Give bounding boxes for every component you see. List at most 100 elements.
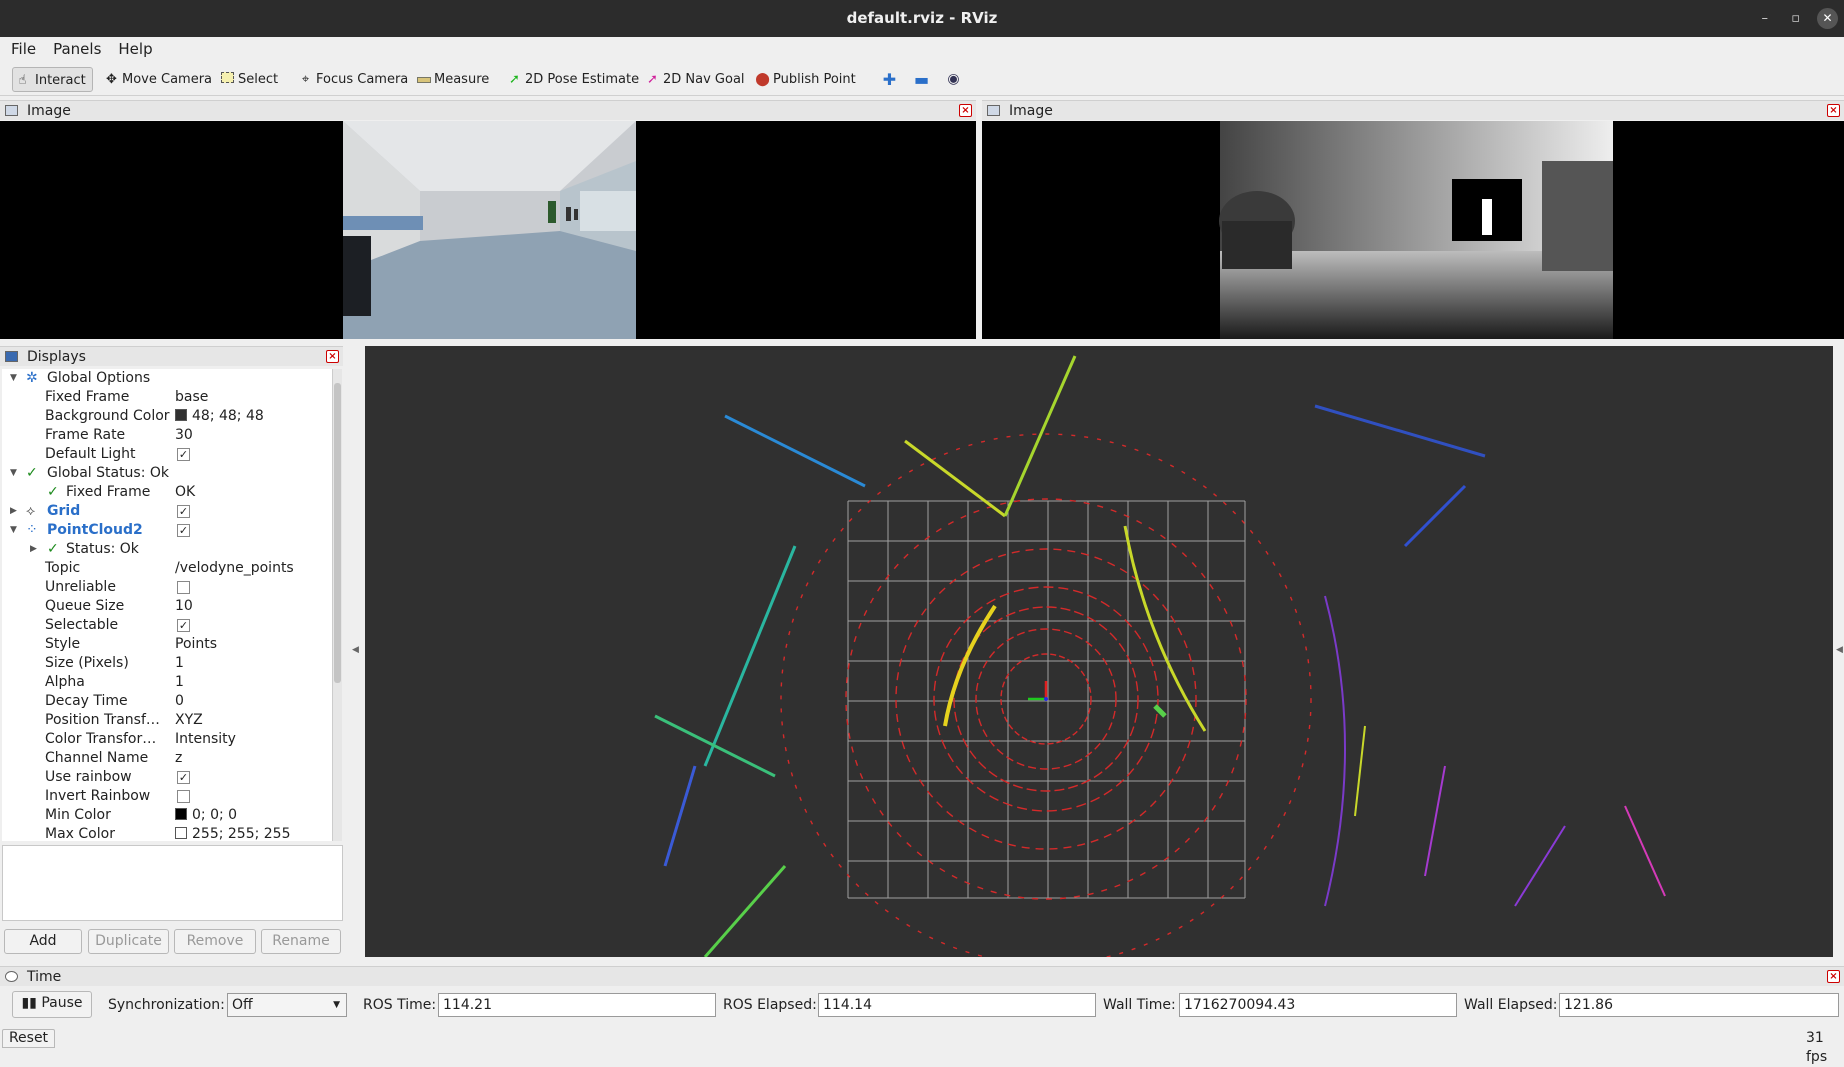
close-panel-icon[interactable]: ×	[959, 104, 972, 117]
tree-row-topic[interactable]: Topic /velodyne_points	[2, 559, 332, 578]
expand-right-icon[interactable]: ▶	[30, 540, 37, 559]
depth-image-view	[982, 121, 1844, 339]
ros-elapsed-field[interactable]: 114.14	[818, 993, 1096, 1017]
sync-select[interactable]: Off ▼	[227, 993, 347, 1017]
interact-tool[interactable]: ☝ Interact	[12, 67, 93, 92]
tree-row-fixed-frame-status[interactable]: ✓ Fixed Frame OK	[2, 483, 332, 502]
unreliable-checkbox[interactable]	[177, 581, 190, 594]
tree-row-global-status[interactable]: ▼ ✓ Global Status: Ok	[2, 464, 332, 483]
add-display-button[interactable]: Add	[4, 929, 82, 954]
tree-row-alpha[interactable]: Alpha 1	[2, 673, 332, 692]
tree-row-size-pixels[interactable]: Size (Pixels) 1	[2, 654, 332, 673]
restore-icon[interactable]: ▫	[1791, 10, 1800, 27]
minimize-icon[interactable]: –	[1762, 10, 1769, 27]
measure-tool[interactable]: Measure	[414, 67, 489, 92]
time-panel-header: Time ×	[0, 966, 1844, 986]
tree-value[interactable]: 48; 48; 48	[175, 407, 264, 426]
reset-button[interactable]: Reset	[2, 1029, 55, 1048]
wall-elapsed-field[interactable]: 121.86	[1559, 993, 1839, 1017]
image-panel-header-1: Image ×	[0, 100, 976, 120]
tree-value[interactable]: Points	[175, 635, 217, 654]
tool-visibility-button[interactable]: ◉	[944, 67, 960, 92]
tree-row-default-light[interactable]: Default Light ✓	[2, 445, 332, 464]
grid-checkbox[interactable]: ✓	[177, 505, 190, 518]
use-rainbow-checkbox[interactable]: ✓	[177, 771, 190, 784]
close-panel-icon[interactable]: ×	[1827, 104, 1840, 117]
tree-row-grid[interactable]: ▶ ⟡ Grid ✓	[2, 502, 332, 521]
toolbar: ☝ Interact ✥ Move Camera Select ⌖ Focus Cam…	[0, 63, 1844, 96]
tree-label: Global Options	[47, 370, 151, 386]
menu-panels[interactable]: Panels	[42, 37, 107, 61]
tree-value[interactable]: 0; 0; 0	[175, 806, 237, 825]
rename-display-button[interactable]: Rename	[261, 929, 341, 954]
add-tool-button[interactable]: ✚	[880, 67, 896, 92]
tree-row-frame-rate[interactable]: Frame Rate 30	[2, 426, 332, 445]
expand-down-icon[interactable]: ▼	[10, 369, 17, 388]
pause-button[interactable]: ▮▮ Pause	[12, 991, 92, 1018]
tree-row-decay-time[interactable]: Decay Time 0	[2, 692, 332, 711]
tree-value[interactable]: base	[175, 388, 208, 407]
ros-time-field[interactable]: 114.21	[438, 993, 716, 1017]
tree-row-background-color[interactable]: Background Color 48; 48; 48	[2, 407, 332, 426]
close-panel-icon[interactable]: ×	[1827, 970, 1840, 983]
tree-row-position-transformer[interactable]: Position Transf… XYZ	[2, 711, 332, 730]
expand-down-icon[interactable]: ▼	[10, 464, 17, 483]
pose-estimate-tool[interactable]: ➚ 2D Pose Estimate	[505, 67, 639, 92]
move-camera-tool[interactable]: ✥ Move Camera	[102, 67, 212, 92]
tree-row-unreliable[interactable]: Unreliable	[2, 578, 332, 597]
tree-row-max-color[interactable]: Max Color 255; 255; 255	[2, 825, 332, 841]
tree-value[interactable]: 30	[175, 426, 193, 445]
tree-row-min-color[interactable]: Min Color 0; 0; 0	[2, 806, 332, 825]
wall-time-field[interactable]: 1716270094.43	[1179, 993, 1457, 1017]
remove-display-button[interactable]: Remove	[174, 929, 256, 954]
select-tool[interactable]: Select	[218, 67, 278, 92]
tree-row-style[interactable]: Style Points	[2, 635, 332, 654]
tree-row-fixed-frame[interactable]: Fixed Frame base	[2, 388, 332, 407]
tree-row-selectable[interactable]: Selectable ✓	[2, 616, 332, 635]
tree-label: Use rainbow	[45, 769, 132, 785]
tree-value[interactable]: 1	[175, 654, 184, 673]
nav-goal-tool[interactable]: ➚ 2D Nav Goal	[643, 67, 745, 92]
pointcloud2-checkbox[interactable]: ✓	[177, 524, 190, 537]
expand-right-icon[interactable]: ▶	[10, 502, 17, 521]
tree-row-channel-name[interactable]: Channel Name z	[2, 749, 332, 768]
tree-value[interactable]: /velodyne_points	[175, 559, 294, 578]
tree-value[interactable]: XYZ	[175, 711, 203, 730]
tree-value[interactable]: 1	[175, 673, 184, 692]
tree-row-queue-size[interactable]: Queue Size 10	[2, 597, 332, 616]
default-light-checkbox[interactable]: ✓	[177, 448, 190, 461]
menu-help[interactable]: Help	[107, 37, 158, 61]
menu-file[interactable]: File	[0, 37, 42, 61]
invert-rainbow-checkbox[interactable]	[177, 790, 190, 803]
tree-label: Position Transf…	[45, 712, 160, 728]
render-3d-view[interactable]	[365, 346, 1833, 957]
tree-row-color-transformer[interactable]: Color Transfor… Intensity	[2, 730, 332, 749]
tree-row-pointcloud2[interactable]: ▼ ⁘ PointCloud2 ✓	[2, 521, 332, 540]
selectable-checkbox[interactable]: ✓	[177, 619, 190, 632]
close-window-icon[interactable]: ✕	[1817, 8, 1838, 29]
displays-scrollbar[interactable]	[332, 369, 342, 841]
tree-value[interactable]: 0	[175, 692, 184, 711]
duplicate-display-button[interactable]: Duplicate	[88, 929, 169, 954]
collapse-left-icon[interactable]: ◀	[352, 645, 359, 655]
close-panel-icon[interactable]: ×	[326, 350, 339, 363]
collapse-right-icon[interactable]: ◀	[1836, 645, 1843, 655]
window-title: default.rviz - RViz	[846, 9, 998, 27]
tree-value[interactable]: 255; 255; 255	[175, 825, 291, 841]
pause-icon: ▮▮	[21, 995, 37, 1011]
expand-down-icon[interactable]: ▼	[10, 521, 17, 540]
ros-elapsed-label: ROS Elapsed:	[723, 997, 817, 1013]
remove-tool-button[interactable]: ▬	[912, 67, 929, 92]
tree-row-use-rainbow[interactable]: Use rainbow ✓	[2, 768, 332, 787]
tree-label: Status: Ok	[66, 541, 139, 557]
tree-row-invert-rainbow[interactable]: Invert Rainbow	[2, 787, 332, 806]
tree-value[interactable]: 10	[175, 597, 193, 616]
tree-value[interactable]: Intensity	[175, 730, 236, 749]
focus-camera-tool[interactable]: ⌖ Focus Camera	[296, 67, 408, 92]
tree-row-global-options[interactable]: ▼ ✲ Global Options	[2, 369, 332, 388]
publish-point-tool[interactable]: ⬤ Publish Point	[753, 67, 856, 92]
scrollbar-thumb[interactable]	[334, 383, 341, 683]
tree-row-status-ok[interactable]: ▶ ✓ Status: Ok	[2, 540, 332, 559]
interact-label: Interact	[35, 73, 86, 88]
tree-value[interactable]: z	[175, 749, 182, 768]
